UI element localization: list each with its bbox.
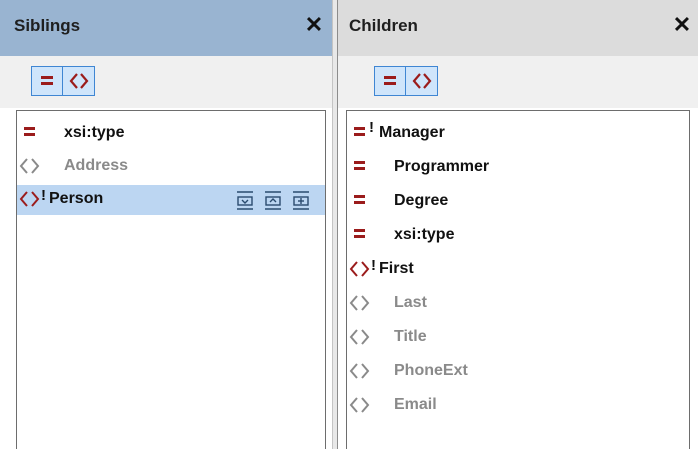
list-item[interactable]: Address — [17, 152, 325, 182]
item-label: xsi:type — [394, 226, 455, 243]
item-label: PhoneExt — [394, 362, 468, 379]
element-icon — [349, 329, 370, 345]
children-titlebar: Children ✕ — [338, 0, 698, 56]
item-label: Degree — [394, 192, 449, 209]
item-label: Programmer — [394, 158, 490, 175]
required-marker-icon: ! — [371, 257, 376, 274]
required-marker-icon: ! — [369, 119, 374, 136]
item-type-icon — [17, 119, 57, 149]
siblings-close-icon[interactable]: ✕ — [303, 13, 325, 37]
item-label: Manager — [379, 124, 445, 141]
element-icon — [19, 158, 40, 174]
siblings-panel: Siblings ✕ xsi:type Address! Person — [0, 0, 332, 449]
list-item[interactable]: PhoneExt — [347, 357, 689, 387]
element-icon — [349, 397, 370, 413]
attribute-icon — [24, 127, 35, 136]
insert-child-icon[interactable] — [291, 189, 313, 213]
item-type-icon — [347, 221, 387, 251]
list-item[interactable]: Email — [347, 391, 689, 421]
item-type-icon — [347, 391, 387, 421]
item-label: xsi:type — [64, 124, 125, 141]
list-item[interactable]: ! Manager — [347, 119, 689, 149]
siblings-filter-toggle-group — [31, 66, 95, 96]
item-label: Address — [64, 157, 129, 174]
element-icon — [349, 363, 370, 379]
element-icon — [19, 191, 40, 207]
children-list: ! Manager Programmer Degree xsi:type! First La… — [346, 110, 690, 449]
show-attributes-button[interactable] — [375, 67, 406, 95]
element-icon — [349, 261, 370, 277]
siblings-titlebar: Siblings ✕ — [0, 0, 332, 56]
required-marker-icon: ! — [41, 187, 46, 204]
siblings-list: xsi:type Address! Person — [16, 110, 326, 449]
item-type-icon — [347, 187, 387, 217]
show-elements-button[interactable] — [63, 67, 94, 95]
children-title: Children — [349, 16, 418, 35]
list-item[interactable]: ! Person — [17, 185, 325, 215]
attribute-icon — [354, 161, 365, 170]
list-item[interactable]: ! First — [347, 255, 689, 285]
list-item[interactable]: xsi:type — [347, 221, 689, 251]
attribute-icon — [354, 127, 365, 136]
attribute-icon — [354, 195, 365, 204]
insert-after-icon[interactable] — [263, 189, 285, 213]
equals-icon — [384, 76, 396, 85]
children-close-icon[interactable]: ✕ — [671, 13, 693, 37]
children-panel: Children ✕ ! Manager Programmer Degree xsi:t… — [338, 0, 698, 449]
item-type-icon — [347, 289, 387, 319]
item-label: Title — [394, 328, 427, 345]
children-toolbar — [338, 56, 698, 108]
item-type-icon — [347, 323, 387, 353]
siblings-toolbar — [0, 56, 332, 108]
angle-brackets-icon — [69, 73, 89, 89]
list-item[interactable]: xsi:type — [17, 119, 325, 149]
show-attributes-button[interactable] — [32, 67, 63, 95]
children-filter-toggle-group — [374, 66, 438, 96]
angle-brackets-icon — [412, 73, 432, 89]
attribute-icon — [354, 229, 365, 238]
list-item[interactable]: Last — [347, 289, 689, 319]
item-type-icon — [347, 357, 387, 387]
row-actions — [227, 189, 321, 213]
list-item[interactable]: Degree — [347, 187, 689, 217]
siblings-title: Siblings — [14, 16, 81, 35]
list-item[interactable]: Programmer — [347, 153, 689, 183]
item-type-icon — [347, 153, 387, 183]
item-type-icon — [17, 152, 57, 182]
item-label: Email — [394, 396, 437, 413]
show-elements-button[interactable] — [406, 67, 437, 95]
insert-before-icon[interactable] — [235, 189, 257, 213]
item-label: Person — [49, 190, 104, 207]
list-item[interactable]: Title — [347, 323, 689, 353]
element-icon — [349, 295, 370, 311]
equals-icon — [41, 76, 53, 85]
item-label: First — [379, 260, 414, 277]
item-label: Last — [394, 294, 427, 311]
